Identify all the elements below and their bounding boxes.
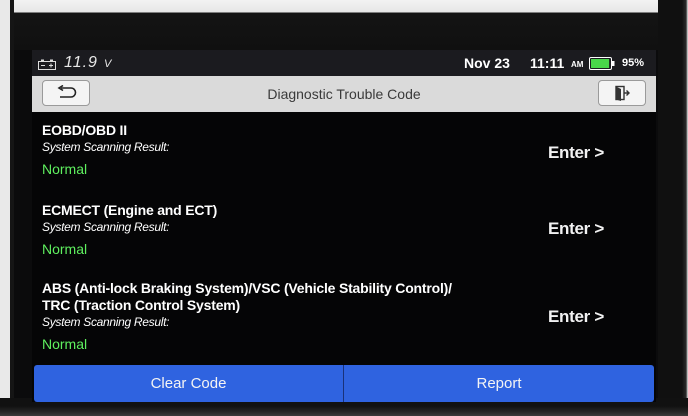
status-bar: 11.9 V Nov 23 11:11 AM 95% (32, 50, 656, 76)
system-result: Normal (42, 241, 88, 257)
title-bar: Diagnostic Trouble Code (32, 76, 656, 112)
device-bezel-left (0, 0, 14, 416)
enter-button-abs[interactable]: Enter > (548, 307, 604, 327)
device-screen: 11.9 V Nov 23 11:11 AM 95% Diagnostic Tr… (32, 50, 656, 402)
system-name: EOBD/OBD II (42, 122, 127, 138)
system-subtitle: System Scanning Result: (42, 220, 170, 234)
exit-button[interactable] (598, 80, 646, 106)
system-name: ECMECT (Engine and ECT) (42, 202, 218, 218)
bottom-action-bar: Clear Code Report (34, 365, 654, 402)
system-item-abs: ABS (Anti-lock Braking System)/VSC (Vehi… (42, 280, 452, 353)
page-title: Diagnostic Trouble Code (267, 86, 421, 102)
system-item-eobd: EOBD/OBD II System Scanning Result: Norm… (42, 122, 169, 178)
system-result: Normal (42, 161, 88, 177)
system-result: Normal (42, 336, 88, 352)
status-date: Nov 23 (464, 55, 510, 71)
enter-button-eobd[interactable]: Enter > (548, 143, 604, 163)
exit-icon (599, 81, 645, 105)
enter-button-ecmect[interactable]: Enter > (548, 219, 604, 239)
device-battery-icon (589, 57, 615, 70)
battery-percent: 95% (622, 57, 645, 69)
report-button[interactable]: Report (344, 365, 654, 402)
device-bezel-right (658, 0, 688, 416)
system-name-line1: ABS (Anti-lock Braking System)/VSC (Vehi… (42, 280, 452, 296)
clear-code-button[interactable]: Clear Code (34, 365, 344, 402)
voltage-readout: 11.9 (64, 54, 98, 71)
system-subtitle: System Scanning Result: (42, 315, 170, 329)
system-name-line2: TRC (Traction Control System) (42, 297, 240, 313)
status-time: 11:11 (530, 55, 565, 71)
device-bezel-top (0, 0, 688, 50)
car-battery-icon (38, 57, 56, 70)
voltage-unit: V (104, 58, 112, 70)
system-item-ecmect: ECMECT (Engine and ECT) System Scanning … (42, 202, 217, 258)
status-ampm: AM (571, 60, 584, 69)
system-subtitle: System Scanning Result: (42, 140, 170, 154)
